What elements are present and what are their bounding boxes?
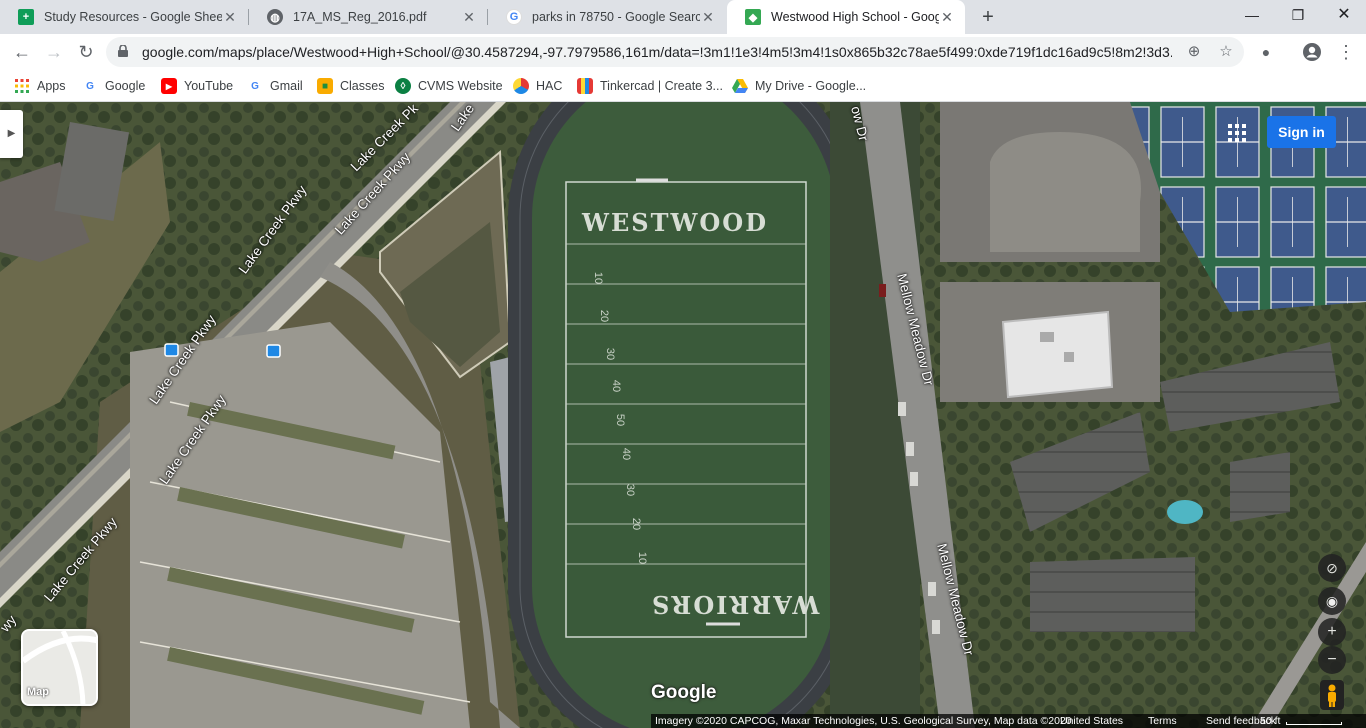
back-button[interactable]: ← — [8, 38, 36, 66]
yard-number: 50 — [614, 413, 627, 427]
address-bar[interactable]: google.com/maps/place/Westwood+High+Scho… — [106, 37, 1244, 67]
google-icon: G — [506, 9, 522, 25]
close-window-button[interactable]: ✕ — [1321, 0, 1366, 30]
reload-button[interactable]: ↻ — [72, 38, 100, 66]
bookmark-label: Apps — [37, 79, 66, 93]
yard-number: 30 — [604, 347, 617, 361]
bookmark-apps[interactable]: Apps — [14, 76, 66, 96]
tab-pdf[interactable]: ◍ 17A_MS_Reg_2016.pdf ✕ — [249, 0, 487, 34]
tinkercad-icon — [577, 78, 593, 94]
bookmark-label: HAC — [536, 79, 563, 93]
tab-westwood-maps[interactable]: ◆ Westwood High School - Google ✕ — [727, 0, 965, 34]
new-tab-button[interactable]: + — [976, 5, 1000, 29]
apps-icon — [14, 78, 30, 94]
bookmark-star-icon[interactable]: ☆ — [1216, 42, 1236, 62]
drive-icon — [732, 78, 748, 94]
yard-number: 30 — [624, 483, 637, 497]
bookmark-tinkercad[interactable]: Tinkercad | Create 3... — [577, 76, 723, 96]
compass-icon[interactable]: ⊘ — [1318, 554, 1346, 582]
google-logo: Google — [651, 682, 717, 703]
tab-title: Westwood High School - Google — [771, 10, 939, 24]
bookmark-label: CVMS Website — [418, 79, 503, 93]
bookmark-google[interactable]: G Google — [82, 76, 145, 96]
google-apps-icon[interactable] — [1228, 124, 1246, 142]
tab-google-search[interactable]: G parks in 78750 - Google Search ✕ — [488, 0, 726, 34]
forward-button[interactable]: → — [40, 38, 68, 66]
terms-link[interactable]: Terms — [1148, 714, 1177, 728]
tab-title: 17A_MS_Reg_2016.pdf — [293, 10, 427, 24]
bookmark-hac[interactable]: HAC — [513, 76, 562, 96]
bookmark-label: Gmail — [270, 79, 303, 93]
bookmarks-bar: Apps G Google ▶ YouTube G Gmail ■ Classe… — [0, 70, 1366, 102]
yard-number: 10 — [636, 551, 649, 565]
bookmark-label: Tinkercad | Create 3... — [600, 79, 723, 93]
endzone-text-bottom: WARRIORS — [650, 590, 820, 619]
menu-icon[interactable]: ⋮ — [1332, 38, 1360, 66]
yard-number: 40 — [610, 379, 623, 393]
browser-toolbar: ← → ↻ google.com/maps/place/Westwood+Hig… — [0, 34, 1366, 70]
my-location-icon[interactable]: ◉ — [1318, 587, 1346, 615]
bookmark-gmail[interactable]: G Gmail — [247, 76, 303, 96]
satellite-map[interactable]: WESTWOOD WARRIORS 10 20 30 40 50 40 30 2… — [0, 102, 1366, 728]
profile-icon[interactable] — [1298, 38, 1326, 66]
google-icon: G — [86, 80, 94, 92]
scale-label[interactable]: 50 ft — [1260, 714, 1280, 728]
install-icon[interactable]: ⊕ — [1184, 42, 1204, 62]
yard-number: 40 — [620, 447, 633, 461]
tab-study-resources[interactable]: + Study Resources - Google Sheets ✕ — [0, 0, 248, 34]
tab-title: Study Resources - Google Sheets — [44, 10, 222, 24]
cvms-icon: ◊ — [395, 78, 411, 94]
minimap-label: Map — [27, 686, 49, 698]
classroom-icon: ■ — [317, 78, 333, 94]
scale-bar — [1286, 722, 1342, 725]
maximize-button[interactable]: ❐ — [1275, 0, 1321, 30]
google-icon: G — [251, 80, 259, 92]
bookmark-label: Classes — [340, 79, 385, 93]
country-link[interactable]: United States — [1060, 714, 1123, 728]
sign-in-button[interactable]: Sign in — [1267, 116, 1336, 148]
imagery-credit: Imagery ©2020 CAPCOG, Maxar Technologies… — [655, 715, 1072, 727]
hac-icon — [513, 78, 529, 94]
close-tab-icon[interactable]: ✕ — [461, 9, 477, 25]
bookmark-youtube[interactable]: ▶ YouTube — [161, 76, 233, 96]
side-panel-toggle[interactable]: ▶ — [0, 110, 23, 158]
bookmark-classes[interactable]: ■ Classes — [317, 76, 384, 96]
lock-icon — [118, 45, 128, 57]
yard-number: 20 — [630, 517, 643, 531]
close-tab-icon[interactable]: ✕ — [222, 9, 238, 25]
yard-number: 20 — [598, 309, 611, 323]
youtube-icon: ▶ — [161, 78, 177, 94]
zoom-out-button[interactable]: − — [1318, 646, 1346, 674]
maps-icon: ◆ — [745, 9, 761, 25]
bookmark-cvms[interactable]: ◊ CVMS Website — [395, 76, 503, 96]
attribution-bar: Imagery ©2020 CAPCOG, Maxar Technologies… — [651, 714, 1366, 728]
tab-strip: + Study Resources - Google Sheets ✕ ◍ 17… — [0, 0, 1366, 34]
yard-number: 10 — [592, 271, 605, 285]
map-layer-toggle[interactable]: Map — [21, 629, 98, 706]
minimize-button[interactable]: — — [1229, 0, 1275, 30]
close-tab-icon[interactable]: ✕ — [700, 9, 716, 25]
close-tab-icon[interactable]: ✕ — [939, 9, 955, 25]
bookmark-drive[interactable]: My Drive - Google... — [732, 76, 866, 96]
bookmark-label: Google — [105, 79, 146, 93]
sheets-icon: + — [18, 9, 34, 25]
url-text[interactable]: google.com/maps/place/Westwood+High+Scho… — [142, 37, 1172, 67]
extension-icon[interactable]: ● — [1252, 38, 1280, 66]
tab-title: parks in 78750 - Google Search — [532, 10, 700, 24]
pegman-icon[interactable] — [1320, 680, 1344, 710]
bookmark-label: YouTube — [184, 79, 234, 93]
endzone-text-top: WESTWOOD — [582, 208, 769, 237]
bookmark-label: My Drive - Google... — [755, 79, 867, 93]
zoom-in-button[interactable]: + — [1318, 618, 1346, 646]
globe-icon: ◍ — [267, 9, 283, 25]
